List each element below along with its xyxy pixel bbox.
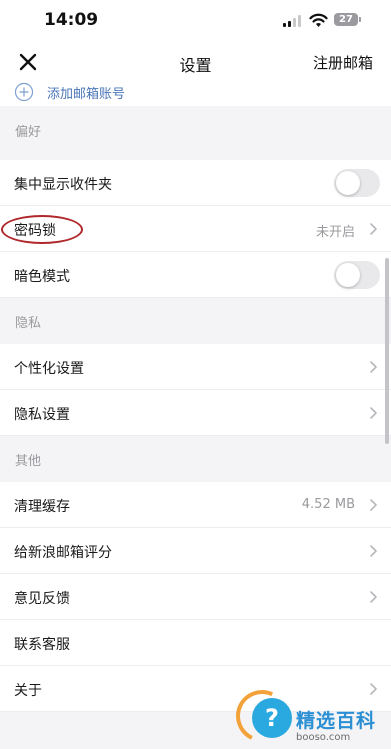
chevron-right-icon	[370, 361, 377, 373]
battery-icon: 27	[334, 13, 358, 26]
watermark-logo: ? 精选百科 booso.com	[228, 682, 391, 749]
settings-row-unified-inbox[interactable]: 集中显示收件夹	[0, 160, 391, 206]
cellular-signal-icon	[283, 15, 303, 27]
add-account-label[interactable]: 添加邮箱账号	[47, 83, 125, 102]
row-label: 隐私设置	[14, 407, 70, 423]
register-mailbox-button[interactable]: 注册邮箱	[313, 52, 373, 73]
cache-size-value: 4.52 MB	[301, 497, 355, 512]
chevron-right-icon	[370, 223, 377, 235]
row-label: 意见反馈	[14, 591, 70, 607]
settings-row-clear-cache[interactable]: 清理缓存 4.52 MB	[0, 482, 391, 528]
row-label: 个性化设置	[14, 361, 84, 377]
row-label: 联系客服	[14, 637, 70, 653]
settings-row-rate-app[interactable]: 给新浪邮箱评分	[0, 528, 391, 574]
section-header-privacy: 隐私	[0, 298, 391, 344]
settings-row-password-lock[interactable]: 密码锁 未开启	[0, 206, 391, 252]
plus-circle-icon	[14, 82, 34, 102]
dark-mode-toggle[interactable]	[334, 261, 380, 289]
settings-row-personalization[interactable]: 个性化设置	[0, 344, 391, 390]
row-label: 集中显示收件夹	[14, 177, 112, 193]
chevron-right-icon	[370, 499, 377, 511]
row-label: 给新浪邮箱评分	[14, 545, 112, 561]
wifi-icon	[309, 13, 328, 27]
settings-row-feedback[interactable]: 意见反馈	[0, 574, 391, 620]
add-account-row[interactable]: 添加邮箱账号	[0, 80, 391, 106]
unified-inbox-toggle[interactable]	[334, 169, 380, 197]
section-header-other: 其他	[0, 436, 391, 482]
status-bar: 14:09 27	[0, 0, 391, 44]
chevron-right-icon	[370, 591, 377, 603]
status-time: 14:09	[44, 10, 99, 30]
watermark-url: booso.com	[296, 732, 351, 743]
question-mark-icon: ?	[252, 698, 292, 738]
row-label: 密码锁	[14, 223, 56, 239]
nav-bar: 设置 注册邮箱	[0, 44, 391, 80]
section-title: 隐私	[15, 316, 42, 331]
section-title: 偏好	[15, 125, 42, 140]
row-label: 暗色模式	[14, 269, 70, 285]
chevron-right-icon	[370, 545, 377, 557]
section-title: 其他	[15, 454, 42, 469]
battery-tip	[359, 17, 361, 22]
settings-row-dark-mode[interactable]: 暗色模式	[0, 252, 391, 298]
watermark-title: 精选百科	[296, 710, 377, 732]
row-label: 关于	[14, 683, 42, 699]
section-header-preferences: 偏好	[0, 106, 391, 160]
settings-row-contact-support[interactable]: 联系客服	[0, 620, 391, 666]
row-value: 未开启	[315, 225, 355, 240]
row-label: 清理缓存	[14, 499, 70, 515]
chevron-right-icon	[370, 407, 377, 419]
scrollbar[interactable]	[385, 258, 389, 444]
settings-row-privacy[interactable]: 隐私设置	[0, 390, 391, 436]
